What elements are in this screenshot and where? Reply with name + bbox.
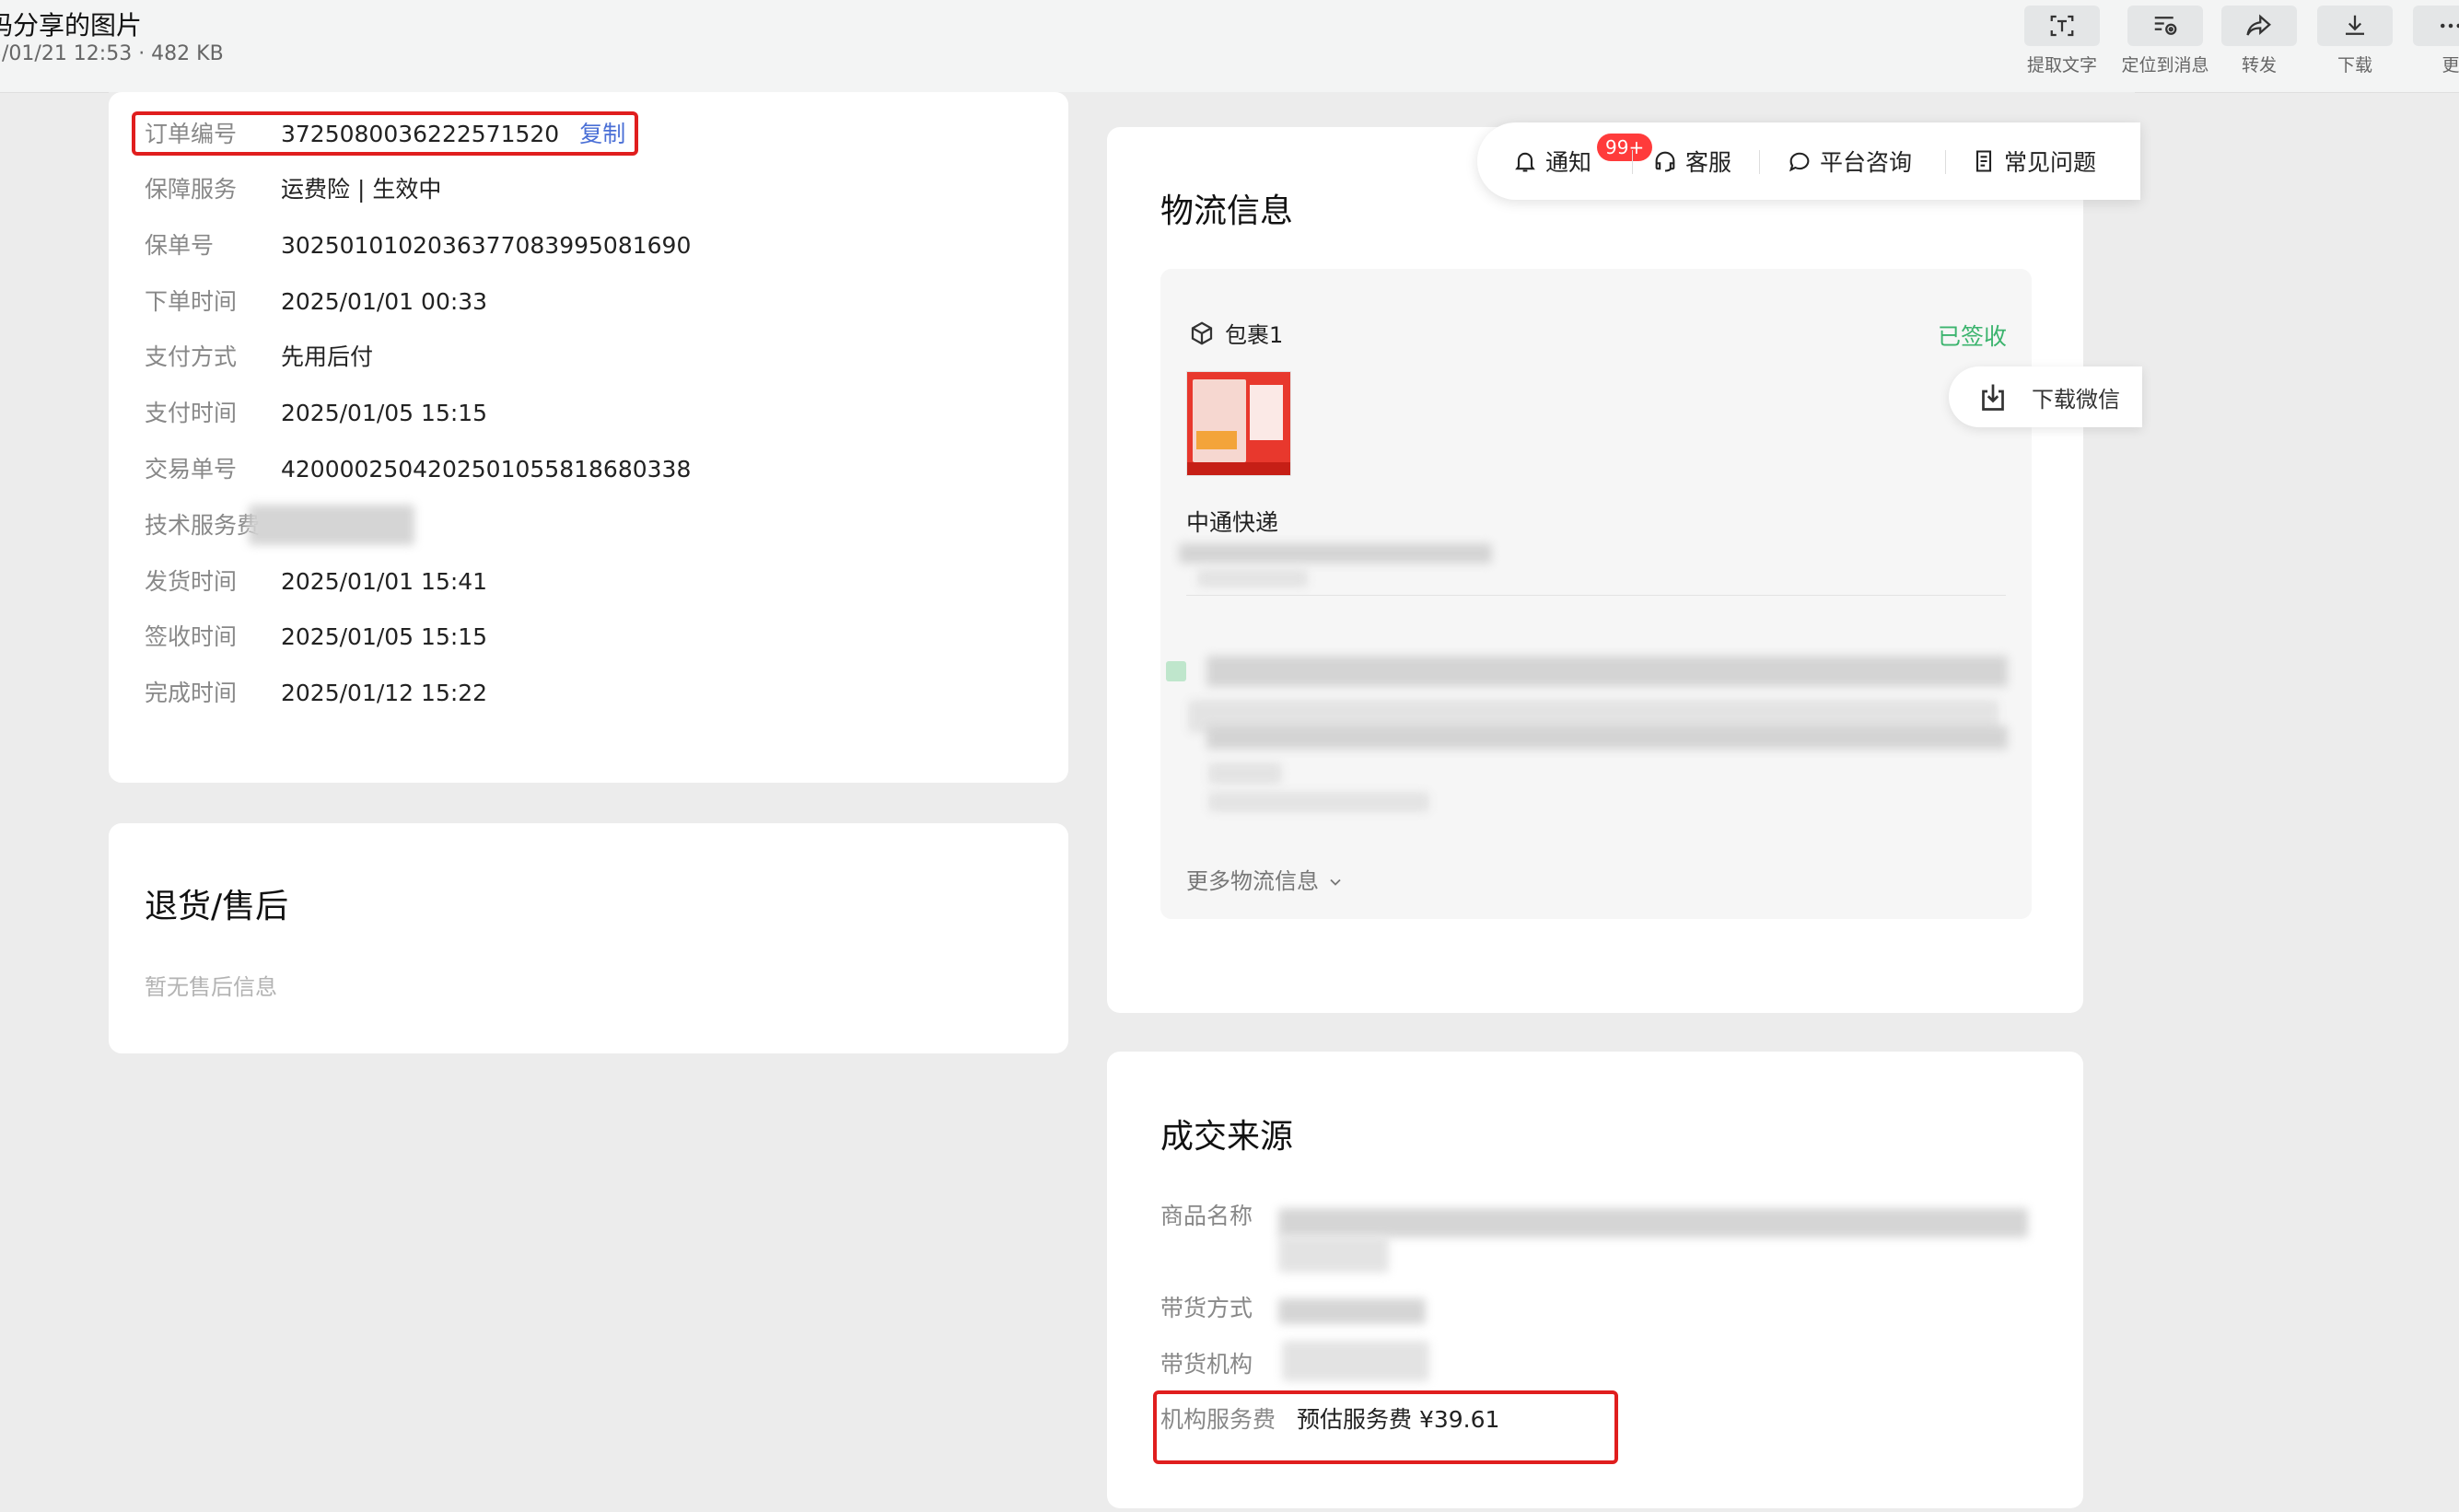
row-label: 保单号	[145, 232, 215, 259]
row-value: 运费险 | 生效中	[281, 176, 442, 203]
package-panel	[1160, 269, 2032, 919]
divider	[1945, 150, 1946, 174]
row-value: 先用后付	[281, 343, 374, 370]
agency-label: 带货机构	[1160, 1351, 1253, 1378]
package-icon	[1191, 320, 1213, 345]
redacted-tracking-event	[1208, 792, 1429, 812]
extract-text-label: 提取文字	[2026, 55, 2097, 76]
document-icon	[1975, 150, 1992, 172]
platform-consult-label: 平台咨询	[1820, 149, 1913, 176]
redacted-value	[1278, 1236, 1389, 1273]
delivery-status: 已签收	[1938, 323, 2008, 350]
transaction-source-title: 成交来源	[1160, 1118, 1294, 1156]
row-value: 4200002504202501055818680338	[281, 456, 692, 483]
redacted-tracking-event	[1206, 656, 2008, 687]
redacted-value	[1197, 569, 1308, 587]
extract-text-icon	[2050, 15, 2074, 37]
after-sales-empty: 暂无售后信息	[145, 974, 277, 1000]
order-info-row: 保单号 30250101020363770839950816​90	[145, 227, 691, 264]
row-value: 2025/01/12 15:22	[281, 680, 488, 706]
customer-service-label: 客服	[1685, 149, 1732, 176]
forward-icon	[2246, 14, 2271, 36]
divider	[1759, 150, 1760, 174]
more-logistics-label: 更多物流信息	[1186, 868, 1319, 894]
product-name-label: 商品名称	[1160, 1203, 1253, 1229]
forward-label: 转发	[2241, 55, 2277, 76]
notification-badge: 99+	[1597, 134, 1653, 161]
timeline-dot	[1166, 661, 1186, 681]
logistics-title: 物流信息	[1160, 192, 1294, 230]
after-sales-card	[109, 823, 1068, 1053]
row-label: 下单时间	[145, 288, 238, 315]
notification-button[interactable]: 通知 99+	[1512, 122, 1653, 200]
bell-icon	[1515, 152, 1535, 172]
extract-text-button[interactable]: 提取文字	[2015, 6, 2109, 76]
divider	[1186, 595, 2006, 596]
product-thumbnail[interactable]	[1186, 371, 1291, 476]
viewer-toolbar: 码分享的图片 5/01/21 12:53 · 482 KB 提取文字 定位到消息…	[0, 0, 2459, 93]
locate-message-label: 定位到消息	[2121, 55, 2209, 76]
row-label: 支付方式	[145, 343, 238, 370]
more-label: 更	[2442, 55, 2459, 76]
notification-label: 通知	[1545, 149, 1592, 176]
redacted-selling-mode	[1278, 1298, 1426, 1324]
row-label: 完成时间	[145, 680, 238, 706]
download-wechat-label: 下载微信	[2032, 386, 2120, 413]
download-label: 下载	[2337, 55, 2372, 76]
row-label: 签收时间	[145, 623, 238, 650]
help-toolbar: 通知 99+ 客服 平台咨询 常见问题	[1477, 122, 2140, 200]
redacted-tracking-event	[1206, 726, 2008, 750]
divider	[1632, 150, 1633, 174]
forward-button[interactable]: 转发	[2212, 6, 2306, 76]
chat-bubble-icon	[1789, 152, 1810, 172]
row-value: 2025/01/01 00:33	[281, 288, 488, 315]
download-icon	[2346, 15, 2364, 35]
image-title: 码分享的图片	[0, 10, 143, 41]
order-info-row: 支付方式 先用后付	[145, 339, 373, 376]
courier-name: 中通快递	[1186, 509, 1279, 536]
redacted-product-name	[1278, 1208, 2028, 1238]
row-label: 交易单号	[145, 456, 238, 483]
selling-mode-label: 带货方式	[1160, 1295, 1253, 1321]
locate-message-icon	[2154, 17, 2177, 35]
faq-label: 常见问题	[2004, 149, 2097, 176]
platform-consult-button[interactable]: 平台咨询	[1787, 122, 1912, 200]
customer-service-button[interactable]: 客服	[1652, 122, 1731, 200]
redacted-agency	[1282, 1341, 1429, 1381]
redacted-value	[249, 505, 414, 545]
order-info-row: 签收时间 2025/01/05 15:15	[145, 619, 487, 656]
row-label: 发货时间	[145, 568, 238, 595]
image-meta: 5/01/21 12:53 · 482 KB	[0, 42, 224, 65]
row-label: 支付时间	[145, 400, 238, 426]
after-sales-title: 退货/售后	[145, 888, 289, 925]
order-number-highlight	[132, 111, 638, 156]
order-info-row: 交易单号 4200002504202501055818680338	[145, 451, 691, 488]
row-label: 保障服务	[145, 176, 238, 203]
order-info-row: 支付时间 2025/01/05 15:15	[145, 395, 487, 432]
faq-button[interactable]: 常见问题	[1971, 122, 2096, 200]
row-value: 2025/01/05 15:15	[281, 623, 488, 650]
row-value: 2025/01/01 15:41	[281, 568, 488, 595]
order-info-row: 发货时间 2025/01/01 15:41	[145, 564, 487, 600]
more-icon	[2441, 23, 2459, 29]
order-info-row: 保障服务 运费险 | 生效中	[145, 171, 441, 208]
download-wechat-button[interactable]: 下载微信	[1949, 366, 2142, 427]
package-label: 包裹1	[1225, 322, 1284, 348]
row-value: 30250101020363770839950816​90	[281, 232, 692, 259]
row-value: 2025/01/05 15:15	[281, 400, 488, 426]
redacted-tracking-number	[1179, 543, 1492, 564]
more-logistics-link[interactable]: 更多物流信息	[1186, 863, 1345, 895]
order-info-row: 完成时间 2025/01/12 15:22	[145, 675, 487, 712]
order-info-row: 下单时间 2025/01/01 00:33	[145, 284, 487, 320]
chevron-down-icon	[1329, 878, 1341, 886]
download-button[interactable]: 下载	[2308, 6, 2402, 76]
agency-fee-highlight	[1153, 1390, 1618, 1464]
redacted-tracking-event	[1208, 762, 1282, 785]
package-title: 包裹1	[1188, 317, 1283, 349]
download-box-icon	[1982, 384, 2004, 411]
more-button[interactable]: 更	[2404, 6, 2459, 76]
headset-icon	[1655, 151, 1675, 172]
locate-message-button[interactable]: 定位到消息	[2118, 6, 2212, 76]
